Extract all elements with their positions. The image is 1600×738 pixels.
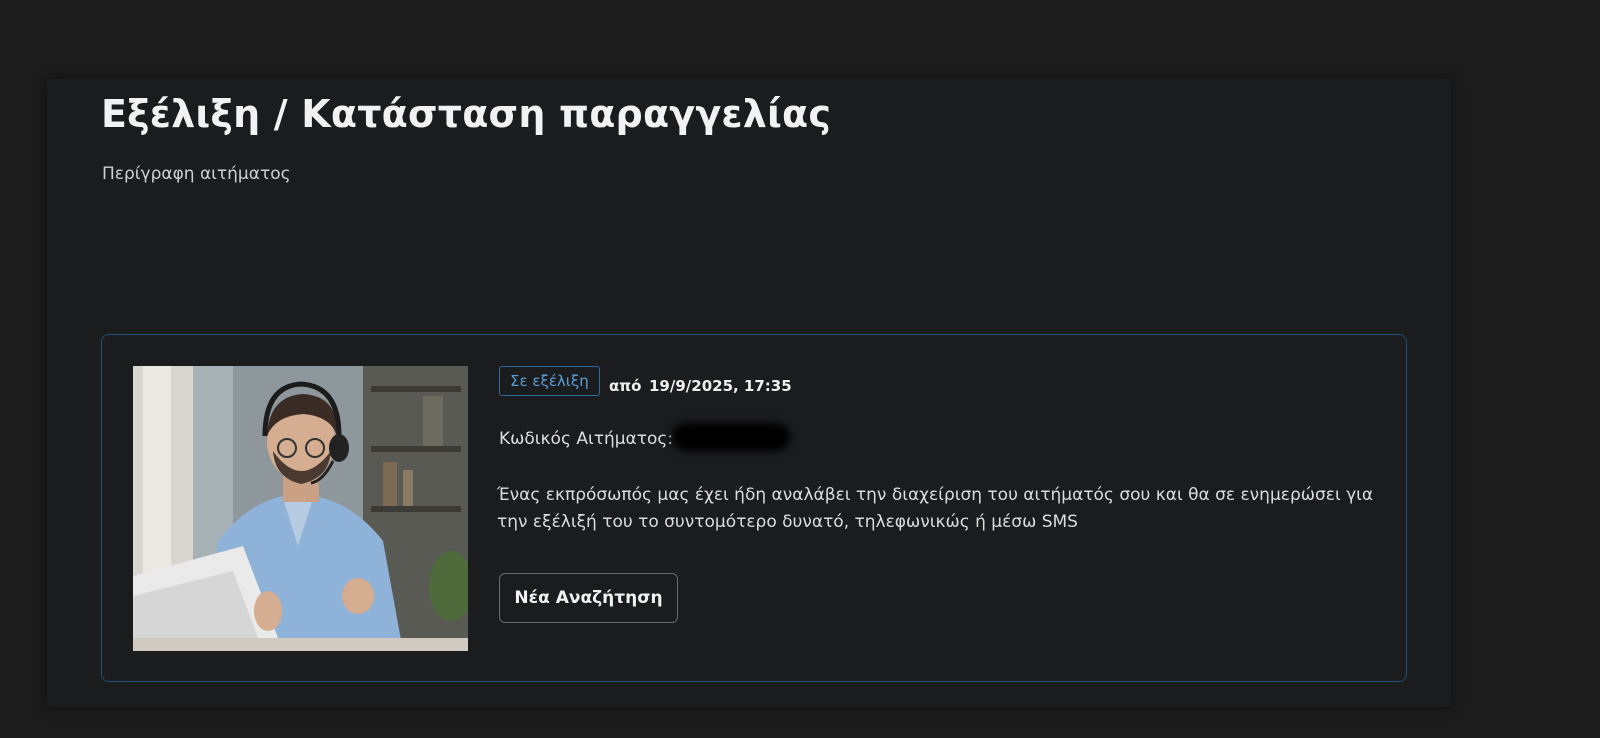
request-code-redacted xyxy=(672,423,790,451)
page-subtitle: Περίγραφη αιτήματος xyxy=(102,164,291,184)
from-label: από xyxy=(609,377,642,395)
status-message: Ένας εκπρόσωπός μας έχει ήδη αναλάβει τη… xyxy=(497,485,1374,532)
page-title: Εξέλιξη / Κατάσταση παραγγελίας xyxy=(101,92,832,136)
status-badge: Σε εξέλιξη xyxy=(499,366,600,396)
request-datetime: 19/9/2025, 17:35 xyxy=(649,377,792,395)
new-search-button[interactable]: Νέα Αναζήτηση xyxy=(499,573,678,623)
support-agent-photo xyxy=(133,366,468,651)
request-code-label: Κωδικός Αιτήματος: xyxy=(499,429,674,449)
support-agent-illustration xyxy=(133,366,468,651)
